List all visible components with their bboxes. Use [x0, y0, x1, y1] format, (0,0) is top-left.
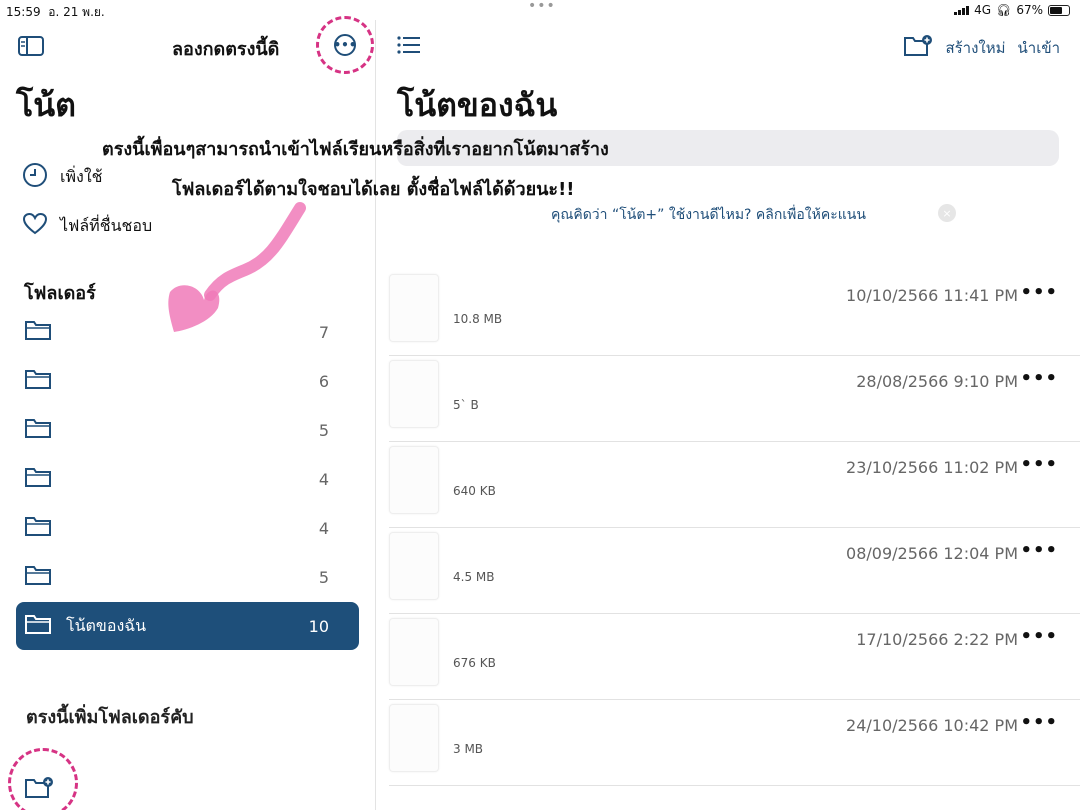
- folder-count: 6: [318, 371, 329, 391]
- add-folder-hint: ตรงนี้เพิ่มโฟลเดอร์คับ: [26, 707, 194, 728]
- file-thumbnail[interactable]: [389, 446, 439, 514]
- status-right: 4G 🎧︎ 67%: [954, 3, 1070, 17]
- clock-icon: [22, 162, 48, 192]
- folder-icon: [24, 515, 52, 541]
- nav-recent[interactable]: เพิ่งใช้: [22, 162, 103, 192]
- sidebar-title: โน้ต: [16, 86, 76, 124]
- folder-icon: [24, 613, 52, 639]
- folder-item[interactable]: 5: [16, 406, 359, 454]
- file-thumbnail[interactable]: [389, 360, 439, 428]
- file-row[interactable]: 640 KB 23/10/2566 11:02 PM •••: [389, 442, 1080, 528]
- create-new-button[interactable]: สร้างใหม่: [945, 36, 1005, 60]
- file-thumbnail[interactable]: [389, 532, 439, 600]
- file-row[interactable]: 10.8 MB 10/10/2566 11:41 PM •••: [389, 270, 1080, 356]
- file-more-icon[interactable]: •••: [1020, 454, 1058, 475]
- file-more-icon[interactable]: •••: [1020, 540, 1058, 561]
- battery-icon: [1048, 4, 1070, 16]
- file-size: 3 MB: [453, 742, 484, 756]
- highlight-circle: [316, 16, 374, 74]
- file-date: 28/08/2566 9:10 PM: [856, 372, 1018, 391]
- signal-icon: [954, 5, 970, 15]
- file-date: 24/10/2566 10:42 PM: [846, 716, 1018, 735]
- folder-icon: [24, 319, 52, 345]
- file-size: 4.5 MB: [453, 570, 495, 584]
- nav-favorites-label: ไฟล์ที่ชื่นชอบ: [60, 215, 153, 235]
- folder-icon: [24, 564, 52, 590]
- file-row[interactable]: 4.5 MB 08/09/2566 12:04 PM •••: [389, 528, 1080, 614]
- folder-item[interactable]: โน้ตของฉัน 10: [16, 602, 359, 650]
- folder-item[interactable]: 4: [16, 455, 359, 503]
- heart-icon: [22, 212, 48, 240]
- folder-icon: [24, 368, 52, 394]
- nav-favorites[interactable]: ไฟล์ที่ชื่นชอบ: [22, 212, 152, 240]
- folder-count: 4: [318, 469, 329, 489]
- multitask-dots[interactable]: •••: [528, 0, 556, 14]
- file-row[interactable]: 5` B 28/08/2566 9:10 PM •••: [389, 356, 1080, 442]
- list-view-icon[interactable]: [397, 36, 421, 58]
- sidebar-toggle-icon[interactable]: [18, 36, 44, 60]
- top-actions: สร้างใหม่ นำเข้า: [903, 34, 1060, 62]
- folder-count: 5: [318, 567, 329, 587]
- page-title: โน้ตของฉัน: [397, 86, 558, 124]
- folder-icon: [24, 466, 52, 492]
- status-bar: 15:59 อ. 21 พ.ย. ••• 4G 🎧︎ 67%: [0, 0, 1080, 20]
- folder-item[interactable]: 4: [16, 504, 359, 552]
- file-thumbnail[interactable]: [389, 274, 439, 342]
- file-size: 5` B: [453, 398, 479, 412]
- network-label: 4G: [974, 3, 992, 17]
- file-date: 08/09/2566 12:04 PM: [846, 544, 1018, 563]
- folder-count: 7: [318, 322, 329, 342]
- folders-heading: โฟลเดอร์: [24, 283, 96, 304]
- file-thumbnail[interactable]: [389, 618, 439, 686]
- close-glyph: ×: [942, 206, 952, 220]
- status-date: อ. 21 พ.ย.: [48, 5, 105, 19]
- sidebar-hint-label: ลองกดตรงนี้ดิ: [172, 39, 280, 60]
- folder-count: 4: [318, 518, 329, 538]
- new-folder-top-icon[interactable]: [903, 34, 933, 62]
- file-size: 640 KB: [453, 484, 496, 498]
- file-row[interactable]: 676 KB 17/10/2566 2:22 PM •••: [389, 614, 1080, 700]
- folder-name: โน้ตของฉัน: [66, 615, 147, 635]
- nav-recent-label: เพิ่งใช้: [60, 166, 103, 186]
- arrow-icon: [168, 202, 306, 332]
- file-more-icon[interactable]: •••: [1020, 282, 1058, 303]
- file-more-icon[interactable]: •••: [1020, 712, 1058, 733]
- file-row[interactable]: 3 MB 24/10/2566 10:42 PM •••: [389, 700, 1080, 786]
- folder-icon: [24, 417, 52, 443]
- highlight-circle-bottom: [8, 748, 78, 810]
- headphones-icon: 🎧︎: [996, 3, 1012, 17]
- annotation-line-2: โฟลเดอร์ได้ตามใจชอบได้เลย ตั้งชื่อไฟล์ได…: [172, 179, 575, 200]
- file-size: 676 KB: [453, 656, 496, 670]
- file-size: 10.8 MB: [453, 312, 503, 326]
- feedback-link[interactable]: คุณคิดว่า “โน้ต+” ใช้งานดีไหม? คลิกเพื่อ…: [551, 204, 866, 226]
- battery-label: 67%: [1016, 3, 1043, 17]
- import-button[interactable]: นำเข้า: [1018, 36, 1060, 60]
- folder-item[interactable]: 5: [16, 553, 359, 601]
- file-date: 17/10/2566 2:22 PM: [856, 630, 1018, 649]
- file-more-icon[interactable]: •••: [1020, 368, 1058, 389]
- file-thumbnail[interactable]: [389, 704, 439, 772]
- folder-count: 10: [308, 616, 329, 636]
- file-date: 10/10/2566 11:41 PM: [846, 286, 1018, 305]
- file-more-icon[interactable]: •••: [1020, 626, 1058, 647]
- close-icon[interactable]: ×: [938, 204, 956, 222]
- folder-item[interactable]: 6: [16, 357, 359, 405]
- file-date: 23/10/2566 11:02 PM: [846, 458, 1018, 477]
- clock-time: 15:59: [6, 5, 41, 19]
- folder-count: 5: [318, 420, 329, 440]
- annotation-line-1: ตรงนี้เพื่อนๆสามารถนำเข้าไฟล์เรียนหรือสิ…: [102, 139, 609, 160]
